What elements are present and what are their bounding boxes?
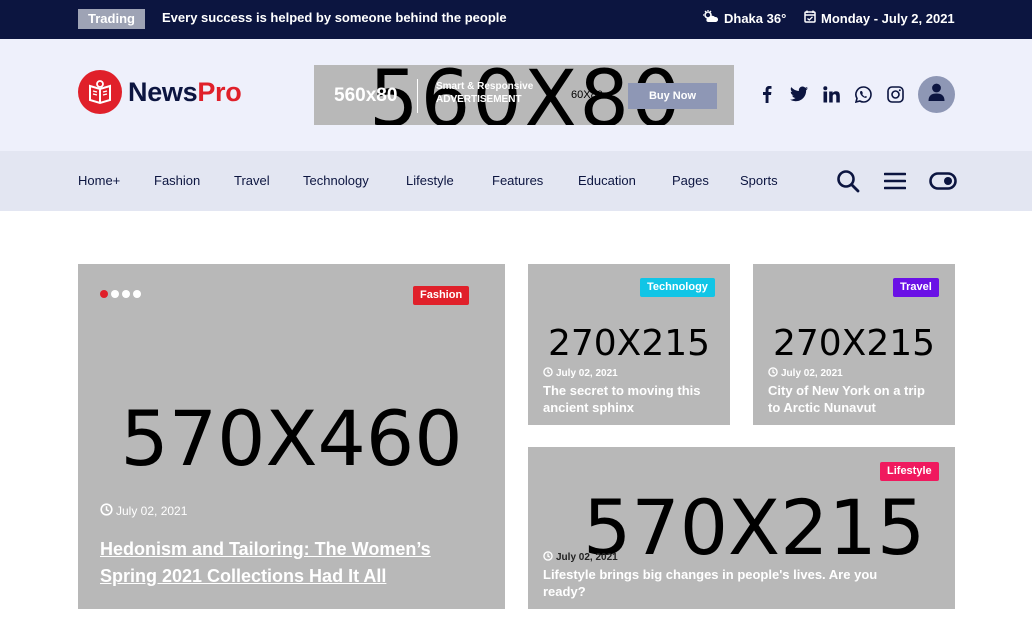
- ad-size-label: 560x80: [334, 85, 398, 106]
- article-title[interactable]: Lifestyle brings big changes in people's…: [543, 566, 877, 600]
- logo-news-text: News: [128, 76, 198, 107]
- slider-dot-active[interactable]: [100, 290, 108, 298]
- calendar-icon: [804, 10, 816, 26]
- nav-item-features[interactable]: Features: [492, 173, 543, 188]
- article-title[interactable]: Hedonism and Tailoring: The Women’s Spri…: [100, 536, 431, 590]
- dark-mode-toggle-icon[interactable]: [928, 167, 958, 195]
- article-title[interactable]: City of New York on a trip to Arctic Nun…: [768, 382, 925, 416]
- article-title-line: Lifestyle brings big changes in people's…: [543, 567, 878, 582]
- article-title-line: ready?: [543, 584, 586, 599]
- logo-pro-text: Pro: [197, 76, 242, 107]
- news-ticker[interactable]: Every success is helped by someone behin…: [162, 10, 507, 25]
- whatsapp-icon[interactable]: [854, 83, 872, 105]
- featured-article-card[interactable]: 570X460 Fashion July 02, 2021 Hedonism a…: [78, 264, 505, 609]
- article-card-technology[interactable]: 270X215 Technology July 02, 2021 The sec…: [528, 264, 730, 425]
- nav-item-sports[interactable]: Sports: [740, 173, 778, 188]
- article-date: July 02, 2021: [100, 503, 187, 519]
- nav-item-technology[interactable]: Technology: [303, 173, 369, 188]
- linkedin-icon[interactable]: [822, 83, 840, 105]
- nav-item-fashion[interactable]: Fashion: [154, 173, 200, 188]
- nav-item-lifestyle[interactable]: Lifestyle: [406, 173, 454, 188]
- social-links: [758, 83, 904, 105]
- article-date-text: July 02, 2021: [556, 552, 618, 563]
- ad-divider: [417, 79, 418, 113]
- category-badge[interactable]: Fashion: [413, 286, 470, 305]
- date-widget: Monday - July 2, 2021: [804, 10, 955, 26]
- weather-text: Dhaka 36°: [724, 10, 787, 26]
- article-title-line: The secret to moving this: [543, 383, 701, 398]
- article-date-text: July 02, 2021: [556, 368, 618, 379]
- ad-small-label: 60X80: [571, 89, 603, 101]
- menu-icon[interactable]: [883, 167, 907, 195]
- slider-pagination: [100, 290, 141, 298]
- article-title-line: Spring 2021 Collections Had It All: [100, 566, 387, 586]
- book-icon: [78, 70, 122, 114]
- image-placeholder: 570X460: [120, 394, 463, 483]
- site-logo[interactable]: NewsPro: [78, 70, 242, 114]
- nav-item-education[interactable]: Education: [578, 173, 636, 188]
- top-bar: Trading Every success is helped by someo…: [0, 0, 1032, 39]
- clock-icon: [768, 367, 778, 380]
- article-title-line: to Arctic Nunavut: [768, 400, 876, 415]
- article-date: July 02, 2021: [768, 367, 843, 380]
- ad-tagline: Smart & Responsive: [436, 81, 534, 92]
- ad-heading: ADVERTISEMENT: [436, 94, 522, 105]
- article-date: July 02, 2021: [543, 551, 618, 564]
- weather-icon: [703, 10, 719, 26]
- slider-dot[interactable]: [122, 290, 130, 298]
- instagram-icon[interactable]: [886, 83, 904, 105]
- clock-icon: [543, 551, 553, 564]
- category-badge[interactable]: Technology: [640, 278, 715, 297]
- facebook-icon[interactable]: [758, 83, 776, 105]
- date-text: Monday - July 2, 2021: [821, 10, 955, 26]
- search-icon[interactable]: [835, 167, 861, 195]
- article-card-lifestyle[interactable]: 570X215 Lifestyle July 02, 2021 Lifestyl…: [528, 447, 955, 609]
- user-avatar-button[interactable]: [918, 76, 955, 113]
- main-navigation: Home+ Fashion Travel Technology Lifestyl…: [0, 151, 1032, 211]
- category-badge[interactable]: Travel: [893, 278, 939, 297]
- article-title-line: Hedonism and Tailoring: The Women’s: [100, 539, 431, 559]
- article-date-text: July 02, 2021: [781, 368, 843, 379]
- site-header: NewsPro 560X80 560x80 Smart & Responsive…: [0, 39, 1032, 151]
- buy-now-button[interactable]: Buy Now: [628, 83, 717, 109]
- nav-item-travel[interactable]: Travel: [234, 173, 270, 188]
- logo-wordmark: NewsPro: [128, 76, 242, 108]
- twitter-icon[interactable]: [790, 83, 808, 105]
- user-icon: [928, 83, 945, 106]
- nav-item-home[interactable]: Home+: [78, 173, 120, 188]
- advertisement-banner[interactable]: 560X80 560x80 Smart & Responsive ADVERTI…: [314, 65, 734, 125]
- image-placeholder: 270X215: [547, 323, 711, 364]
- article-date-text: July 02, 2021: [116, 504, 188, 518]
- weather-widget: Dhaka 36°: [703, 10, 786, 26]
- slider-dot[interactable]: [111, 290, 119, 298]
- image-placeholder: 570X215: [583, 483, 926, 572]
- article-title-line: City of New York on a trip: [768, 383, 925, 398]
- category-badge[interactable]: Lifestyle: [880, 462, 939, 481]
- article-title-line: ancient sphinx: [543, 400, 635, 415]
- article-card-travel[interactable]: 270X215 Travel July 02, 2021 City of New…: [753, 264, 955, 425]
- article-date: July 02, 2021: [543, 367, 618, 380]
- nav-item-pages[interactable]: Pages: [672, 173, 709, 188]
- trading-badge[interactable]: Trading: [78, 9, 145, 29]
- article-title[interactable]: The secret to moving this ancient sphinx: [543, 382, 700, 416]
- clock-icon: [100, 503, 113, 519]
- image-placeholder: 270X215: [772, 323, 936, 364]
- clock-icon: [543, 367, 553, 380]
- slider-dot[interactable]: [133, 290, 141, 298]
